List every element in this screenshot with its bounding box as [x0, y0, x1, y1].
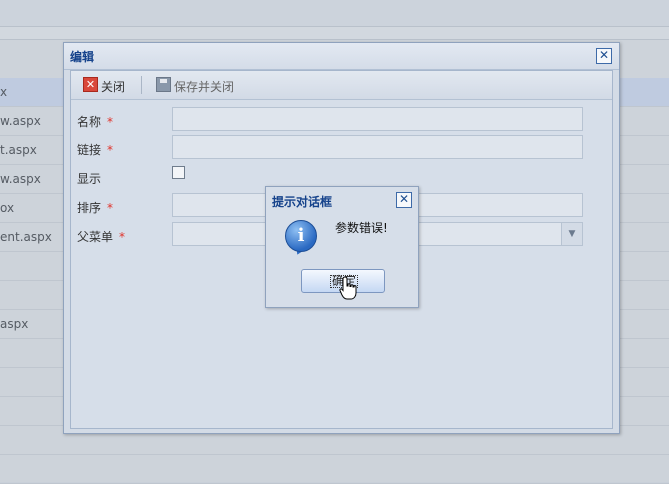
name-label-text: 名称 — [77, 115, 102, 129]
required-mark: * — [119, 230, 126, 244]
edit-window-titlebar[interactable]: 编辑 ✕ — [64, 43, 619, 70]
order-label: 排序 * — [77, 199, 113, 216]
table-cell: w.aspx — [0, 114, 41, 128]
save-and-close-label: 保存并关闭 — [174, 80, 235, 94]
close-button-label: 关闭 — [101, 80, 126, 94]
close-icon[interactable]: ✕ — [596, 48, 612, 64]
hand-cursor-icon — [339, 276, 357, 300]
save-icon — [156, 77, 171, 92]
form-row-name: 名称 * — [71, 106, 612, 132]
required-mark: * — [107, 143, 114, 157]
link-label-text: 链接 — [77, 143, 102, 157]
required-mark: * — [107, 115, 114, 129]
message-dialog-title: 提示对话框 — [272, 195, 333, 209]
chevron-down-icon[interactable]: ▼ — [561, 223, 582, 245]
edit-window-title: 编辑 — [70, 50, 95, 64]
background-header — [0, 0, 669, 27]
info-icon: i — [285, 220, 317, 252]
table-cell: w.aspx — [0, 172, 41, 186]
link-label: 链接 * — [77, 141, 113, 158]
name-input[interactable] — [172, 107, 583, 131]
parent-menu-label: 父菜单 * — [77, 228, 125, 245]
link-input[interactable] — [172, 135, 583, 159]
edit-toolbar: ✕ 关闭 保存并关闭 — [71, 71, 612, 100]
close-icon: ✕ — [83, 77, 98, 92]
order-label-text: 排序 — [77, 201, 102, 215]
required-mark: * — [107, 201, 114, 215]
table-cell: aspx — [0, 317, 29, 331]
table-cell: ox — [0, 201, 15, 215]
toolbar-separator — [141, 76, 142, 94]
message-dialog-titlebar[interactable]: 提示对话框 ✕ — [266, 187, 418, 211]
name-label: 名称 * — [77, 113, 113, 130]
parent-menu-label-text: 父菜单 — [77, 230, 114, 244]
table-cell: t.aspx — [0, 143, 37, 157]
background-toolbar — [0, 27, 669, 40]
close-icon[interactable]: ✕ — [396, 192, 412, 208]
table-row — [0, 455, 669, 484]
message-text: 参数错误! — [335, 221, 388, 235]
table-cell: ent.aspx — [0, 230, 52, 244]
show-label: 显示 — [77, 172, 102, 186]
form-row-link: 链接 * — [71, 134, 612, 160]
show-checkbox[interactable] — [172, 166, 185, 179]
table-cell: x — [0, 85, 8, 99]
